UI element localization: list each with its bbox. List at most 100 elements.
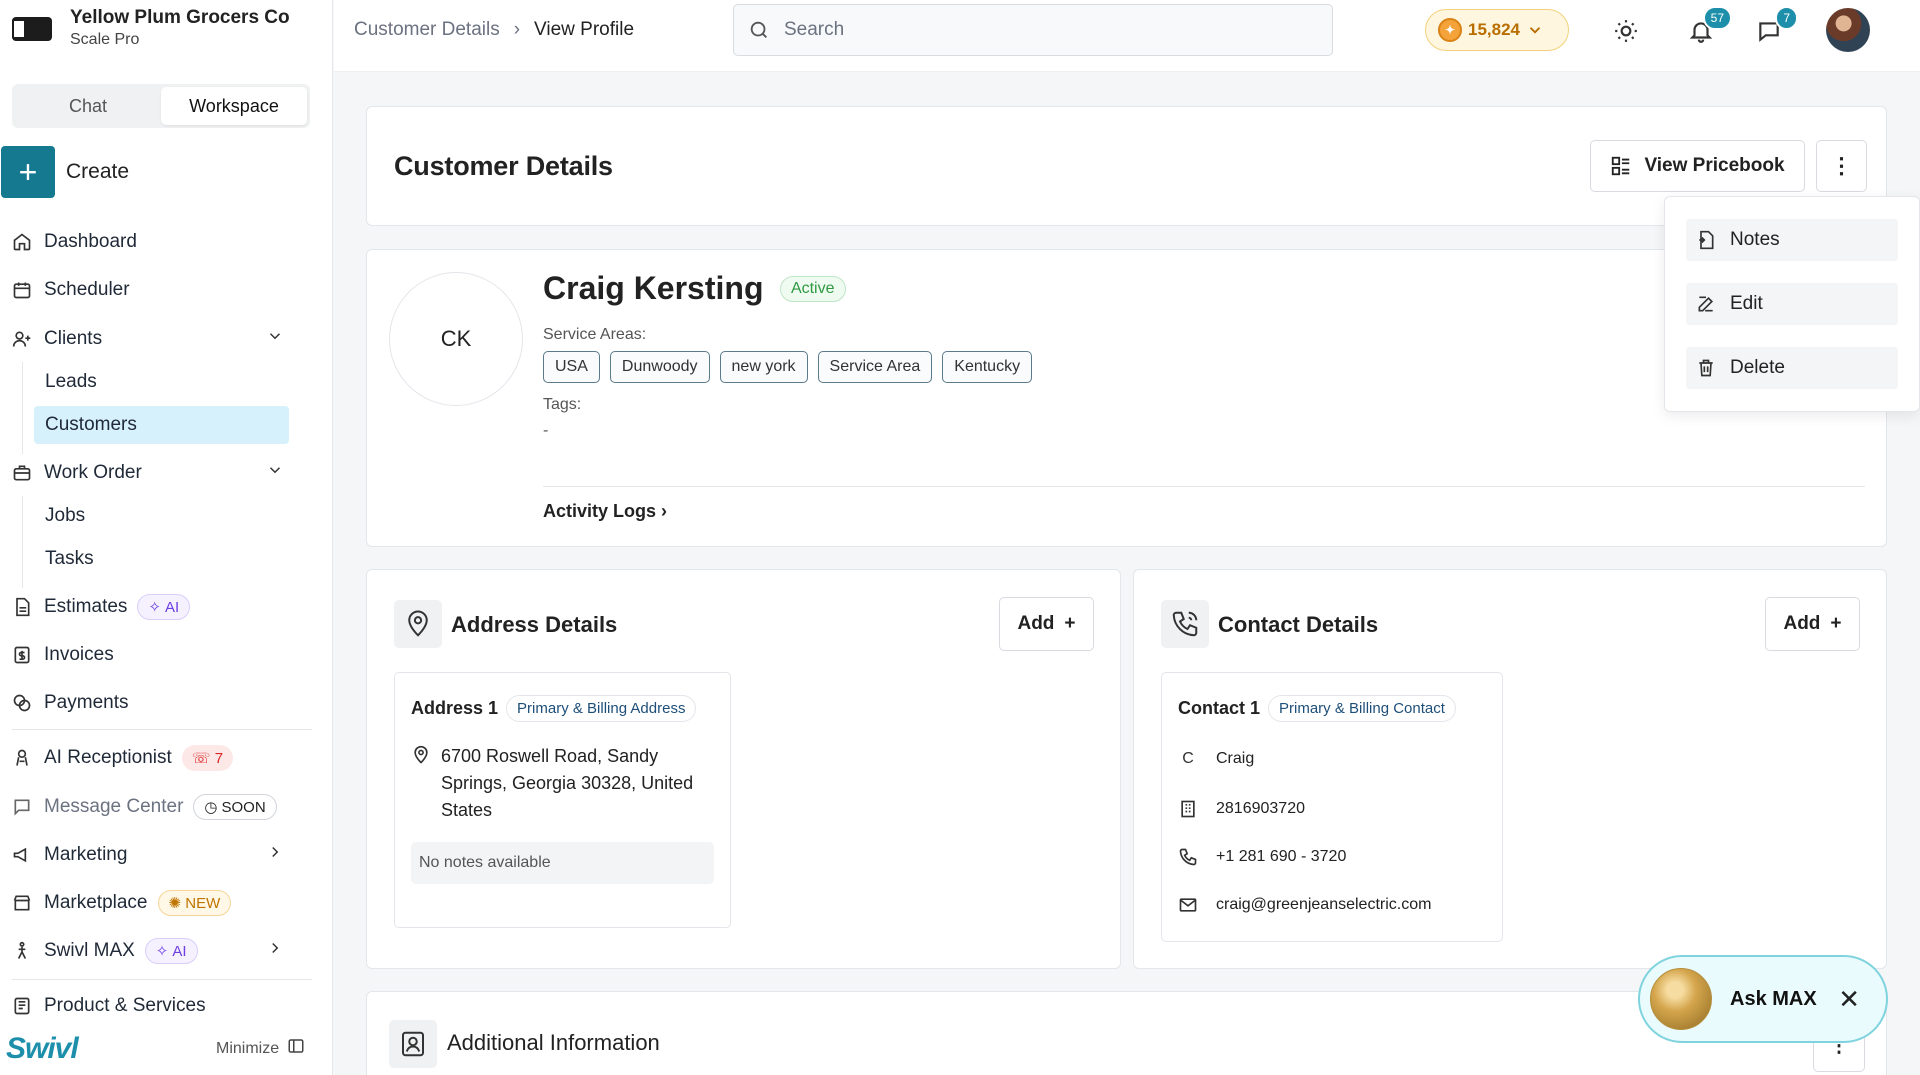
new-badge: ✺ NEW — [157, 890, 232, 916]
tab-workspace[interactable]: Workspace — [161, 87, 307, 125]
sidebar-item-leads[interactable]: Leads — [34, 363, 289, 401]
sidebar-item-ai-receptionist[interactable]: AI Receptionist ☏ 7 — [12, 741, 312, 775]
notifications-button[interactable]: 57 — [1686, 6, 1732, 46]
top-bar: Customer Details › View Profile Search ✦… — [334, 0, 1920, 72]
tree-guide — [22, 496, 23, 588]
breadcrumb-parent[interactable]: Customer Details — [354, 19, 500, 41]
chevron-down-icon[interactable] — [266, 461, 284, 485]
plus-icon: + — [1, 146, 55, 198]
create-button[interactable]: + Create — [1, 146, 129, 198]
activity-logs-link[interactable]: Activity Logs › — [543, 501, 667, 522]
trash-icon — [1699, 359, 1713, 377]
close-icon[interactable]: ✕ — [1838, 986, 1860, 1012]
users-icon — [12, 329, 32, 349]
document-icon — [12, 597, 32, 617]
sidebar-item-label: Marketplace — [44, 892, 148, 913]
sidebar-item-scheduler[interactable]: Scheduler — [12, 273, 312, 307]
divider — [12, 979, 312, 980]
add-address-button[interactable]: Add + — [999, 597, 1094, 651]
tags-value: - — [543, 422, 549, 439]
sidebar-item-label: Scheduler — [44, 279, 130, 300]
ai-badge-label: AI — [172, 942, 187, 960]
ai-badge: ✧ AI — [144, 938, 198, 964]
theme-toggle-button[interactable] — [1611, 16, 1641, 46]
sidebar-item-customers[interactable]: Customers — [34, 406, 289, 444]
call-count-badge: ☏ 7 — [181, 745, 234, 771]
sidebar-item-payments[interactable]: Payments — [12, 686, 312, 720]
max-orb-icon — [1650, 968, 1712, 1030]
page-header-card: Customer Details View Pricebook ⋮ — [366, 106, 1887, 226]
message-icon — [12, 797, 32, 817]
more-options-menu: Notes Edit Delete — [1664, 196, 1920, 412]
contact-initial: C — [1182, 750, 1194, 767]
minimize-button[interactable]: Minimize — [216, 1037, 305, 1060]
store-icon — [12, 893, 32, 913]
more-options-button[interactable]: ⋮ — [1816, 140, 1867, 192]
contact-card-icon — [389, 1020, 437, 1068]
notes-icon — [1699, 230, 1714, 250]
ask-max-widget[interactable]: Ask MAX ✕ — [1638, 955, 1888, 1043]
sidebar-item-work-order[interactable]: Work Order — [12, 456, 312, 490]
swivl-logo: Swivl — [6, 1032, 79, 1065]
messages-button[interactable]: 7 — [1754, 6, 1798, 46]
clock-icon: ◷ — [204, 799, 218, 816]
home-icon — [12, 232, 32, 252]
contact-card-title: Contact 1 — [1178, 698, 1261, 718]
sidebar-item-message-center[interactable]: Message Center ◷ SOON — [12, 790, 312, 824]
contact-details-title: Contact Details — [1218, 612, 1379, 637]
sidebar-item-label: Product & Services — [44, 995, 206, 1016]
edit-icon — [1698, 296, 1714, 312]
more-vertical-icon: ⋮ — [1830, 153, 1853, 178]
sidebar-item-marketplace[interactable]: Marketplace ✺ NEW — [12, 886, 312, 920]
add-contact-button[interactable]: Add + — [1765, 597, 1860, 651]
address-text: 6700 Roswell Road, Sandy Springs, Georgi… — [411, 743, 693, 824]
credits-balance[interactable]: ✦ 15,824 — [1425, 9, 1569, 51]
sidebar-item-label: Estimates — [44, 596, 128, 617]
create-label: Create — [66, 160, 130, 183]
sidebar-item-estimates[interactable]: Estimates ✧ AI — [12, 590, 312, 624]
chevron-down-icon[interactable] — [266, 327, 284, 351]
contact-office-row: 2816903720 — [1176, 797, 1305, 821]
ai-badge-label: AI — [165, 598, 180, 616]
menu-item-label: Delete — [1730, 357, 1785, 378]
sidebar-item-clients[interactable]: Clients — [12, 322, 312, 356]
sidebar-item-jobs[interactable]: Jobs — [34, 497, 289, 535]
sidebar-item-marketing[interactable]: Marketing — [12, 838, 312, 872]
new-label: NEW — [185, 895, 221, 912]
plus-icon: + — [1064, 613, 1076, 634]
sidebar-item-invoices[interactable]: Invoices — [12, 638, 312, 672]
contact-phone[interactable]: +1 281 690 - 3720 — [1216, 848, 1346, 866]
minimize-label: Minimize — [216, 1039, 280, 1057]
chevron-right-icon: › — [661, 501, 668, 521]
contact-email[interactable]: craig@greenjeanselectric.com — [1216, 896, 1431, 914]
search-input[interactable]: Search — [733, 4, 1333, 56]
sidebar-item-label: Marketing — [44, 844, 128, 865]
sidebar-item-dashboard[interactable]: Dashboard — [12, 225, 312, 259]
chevron-right-icon[interactable] — [266, 939, 284, 963]
workspace-switcher[interactable]: Yellow Plum Grocers Co Scale Pro — [10, 6, 290, 50]
search-placeholder: Search — [784, 19, 845, 40]
chevron-right-icon[interactable] — [266, 843, 284, 867]
sidebar-item-product-services[interactable]: Product & Services — [12, 989, 312, 1023]
avatar[interactable] — [1826, 8, 1870, 52]
tab-chat[interactable]: Chat — [15, 87, 161, 125]
contact-details-card: Contact Details Add + Contact 1 Primary &… — [1133, 569, 1887, 969]
add-label: Add — [1017, 613, 1055, 634]
menu-item-notes[interactable]: Notes — [1686, 219, 1898, 261]
breadcrumb-current: View Profile — [534, 19, 635, 40]
ai-badge: ✧ AI — [137, 594, 191, 620]
address-line: States — [441, 800, 493, 820]
chevron-down-icon — [1529, 27, 1541, 34]
contact-phone-row: +1 281 690 - 3720 — [1176, 845, 1346, 869]
view-pricebook-label: View Pricebook — [1644, 155, 1785, 176]
menu-item-edit[interactable]: Edit — [1686, 283, 1898, 325]
sidebar-item-tasks[interactable]: Tasks — [34, 540, 289, 578]
invoice-icon — [12, 645, 32, 665]
sun-icon — [1615, 20, 1637, 42]
sidebar-item-swivl-max[interactable]: Swivl MAX ✧ AI — [12, 934, 312, 968]
company-name: Yellow Plum Grocers Co — [70, 7, 290, 28]
view-pricebook-button[interactable]: View Pricebook — [1590, 140, 1805, 192]
menu-item-delete[interactable]: Delete — [1686, 347, 1898, 389]
chevron-right-icon: › — [513, 19, 521, 40]
sidebar-item-label: Message Center — [44, 796, 184, 817]
